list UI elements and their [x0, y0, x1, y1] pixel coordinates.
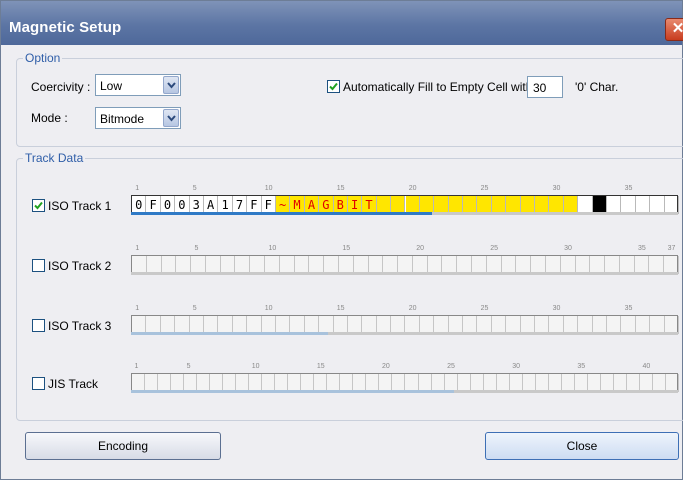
track-3-progress-fill — [131, 332, 328, 335]
track-1-tick: 10 — [264, 185, 273, 192]
dialog-body: Option Coercivity : Low Mode : Bitmode A… — [5, 45, 683, 477]
autofill-label: Automatically Fill to Empty Cell with — [343, 80, 533, 94]
track-data-legend: Track Data — [25, 151, 84, 165]
track-4-checkbox[interactable] — [32, 377, 45, 390]
mode-value: Bitmode — [100, 112, 145, 126]
track-4-tick: 40 — [642, 363, 651, 370]
track-2-label: ISO Track 2 — [48, 259, 112, 273]
track-2-tick: 37 — [667, 245, 676, 252]
track-1-tick: 25 — [480, 185, 489, 192]
track-4-tick: 20 — [381, 363, 390, 370]
chevron-down-icon[interactable] — [163, 76, 179, 94]
track-1-tick: 35 — [624, 185, 633, 192]
window-close-button[interactable]: ✕ — [665, 18, 683, 41]
track-3-progress-bar — [131, 332, 678, 335]
track-1-tick: 20 — [408, 185, 417, 192]
track-2-tick: 15 — [342, 245, 351, 252]
track-4-progress-fill — [131, 390, 454, 393]
track-3-checkbox[interactable] — [32, 319, 45, 332]
track-2-tick: 25 — [490, 245, 498, 252]
mode-dropdown[interactable]: Bitmode — [95, 107, 181, 129]
track-1-progress-fill — [131, 212, 432, 215]
track-4-tick: 25 — [447, 363, 455, 370]
coercivity-label: Coercivity : — [31, 80, 91, 94]
coercivity-dropdown[interactable]: Low — [95, 74, 181, 96]
track-2-tick: 1 — [135, 245, 140, 252]
track-3-tick: 35 — [624, 305, 633, 312]
track-1-tick: 1 — [135, 185, 140, 192]
option-legend: Option — [25, 51, 61, 65]
track-1-checkbox[interactable] — [32, 199, 45, 212]
encoding-button[interactable]: Encoding — [25, 432, 221, 460]
track-2-checkbox[interactable] — [32, 259, 45, 272]
track-4-tick: 5 — [186, 363, 191, 370]
track-4-tick: 10 — [251, 363, 260, 370]
track-3-label: ISO Track 3 — [48, 319, 112, 333]
track-3-tick: 10 — [264, 305, 273, 312]
track-2-tick: 35 — [638, 245, 646, 252]
track-3-tick: 1 — [135, 305, 140, 312]
track-2-tick: 10 — [268, 245, 277, 252]
chevron-down-icon[interactable] — [163, 109, 179, 127]
option-group: Option — [16, 51, 683, 147]
autofill-count-input[interactable]: 30 — [527, 76, 563, 98]
track-2-tick: 30 — [564, 245, 572, 252]
track-2-tick: 5 — [194, 245, 199, 252]
track-3-tick: 5 — [192, 305, 197, 312]
track-3-tick: 20 — [408, 305, 417, 312]
track-1-progress-bar — [131, 212, 678, 215]
track-4-label: JIS Track — [48, 377, 99, 391]
track-2-progress-bar — [131, 272, 678, 275]
track-4-tick: 15 — [316, 363, 325, 370]
track-2-tick: 20 — [416, 245, 425, 252]
track-1-label: ISO Track 1 — [48, 199, 112, 213]
track-3-tick: 15 — [336, 305, 345, 312]
autofill-suffix: '0' Char. — [575, 80, 619, 94]
autofill-checkbox[interactable] — [327, 80, 340, 93]
title-bar[interactable]: Magnetic Setup ✕ — [1, 1, 683, 45]
track-1-tick: 5 — [192, 185, 197, 192]
track-3-tick: 30 — [552, 305, 561, 312]
autofill-count-value: 30 — [533, 81, 547, 95]
track-1-tick: 15 — [336, 185, 345, 192]
track-1-tick: 30 — [552, 185, 561, 192]
track-4-tick: 30 — [512, 363, 520, 370]
close-button[interactable]: Close — [485, 432, 679, 460]
mode-label: Mode : — [31, 111, 68, 125]
magnetic-setup-window: Magnetic Setup ✕ Option Coercivity : Low… — [0, 0, 683, 480]
track-4-tick: 35 — [577, 363, 586, 370]
track-3-tick: 25 — [480, 305, 489, 312]
coercivity-value: Low — [100, 79, 123, 93]
window-title: Magnetic Setup — [9, 19, 122, 36]
track-4-progress-bar — [131, 390, 678, 393]
track-4-tick: 1 — [134, 363, 139, 370]
